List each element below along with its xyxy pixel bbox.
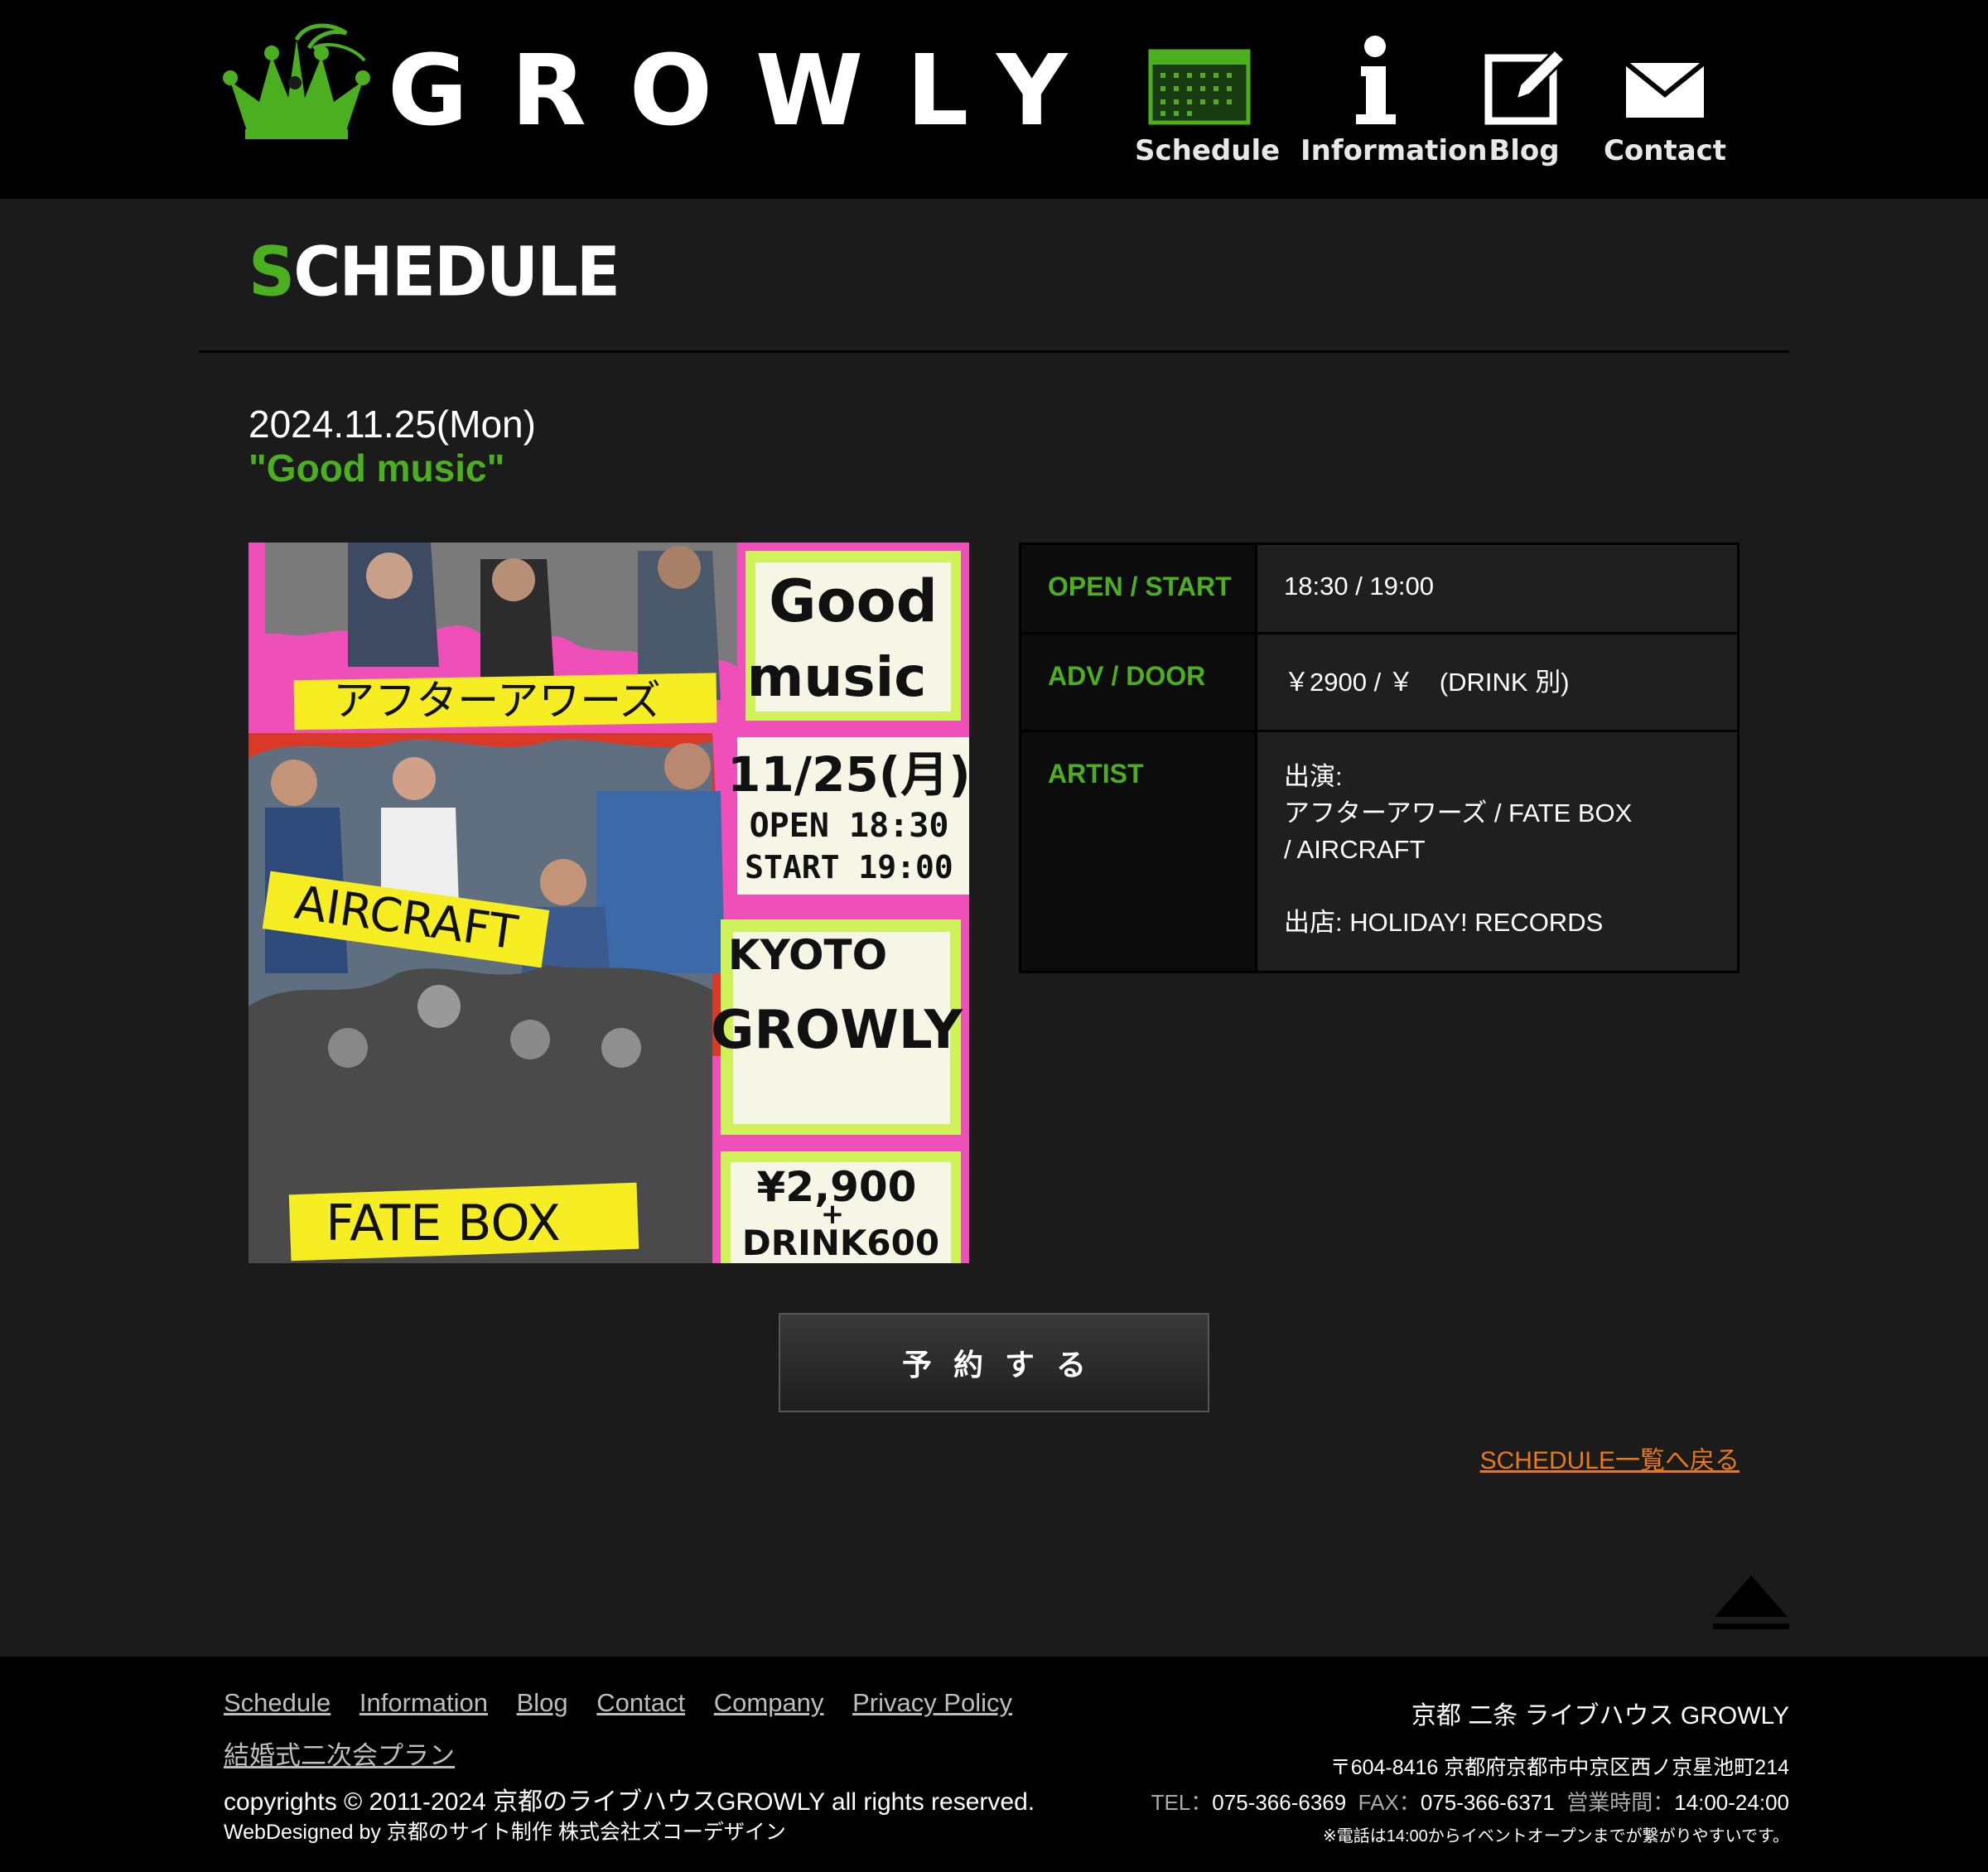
flyer-kyoto: KYOTO [728,931,887,979]
site-header: GROWLY Schedule Information Blog Contact [0,0,1988,199]
info-row-adv-door: ADV / DOOR ￥2900 / ￥ (DRINK 別) [1021,634,1737,732]
hours-label: 営業時間： [1566,1790,1675,1815]
webdesign-credit: WebDesigned by 京都のサイト制作 株式会社ズコーデザイン [224,1821,786,1844]
tel-label: TEL： [1151,1790,1213,1815]
flyer-good: Good [769,567,938,635]
info-key: OPEN / START [1021,545,1257,632]
event-title: "Good music" [248,446,505,490]
back-to-schedule-link[interactable]: SCHEDULE一覧へ戻る [1480,1440,1740,1476]
event-flyer-image: アフターアワーズ AIRCRAFT FATE BOX Good music 11… [248,543,969,1263]
info-icon [1356,36,1396,124]
footer-link-schedule[interactable]: Schedule [224,1688,331,1717]
page-title: SCHEDULE [248,239,620,306]
fax-label: FAX： [1358,1790,1421,1815]
footer-link-company[interactable]: Company [714,1688,824,1717]
info-value: 18:30 / 19:00 [1257,545,1737,632]
site-logo[interactable]: GROWLY [222,23,1067,147]
footer-nav: Schedule Information Blog Contact Compan… [224,1688,1034,1718]
info-row-artist: ARTIST 出演: アフターアワーズ / FATE BOX / AIRCRAF… [1021,732,1737,971]
fax-number: 075-366-6371 [1420,1790,1555,1815]
nav-contact[interactable]: Contact [1599,33,1731,174]
artist-line: 出演: [1284,762,1343,791]
phone-note: ※電話は14:00からイベントオープンまでが繋がりやすいです。 [1322,1827,1789,1845]
reserve-button[interactable]: 予約する [779,1313,1209,1412]
event-info-table: OPEN / START 18:30 / 19:00 ADV / DOOR ￥2… [1019,543,1740,973]
page-title-first-letter: S [248,233,295,312]
artist-line: / AIRCRAFT [1284,835,1426,864]
footer-link-privacy-policy[interactable]: Privacy Policy [852,1688,1012,1717]
flyer-open: OPEN 18:30 [750,807,949,845]
flyer-start: START 19:00 [745,849,953,885]
tel-number: 075-366-6369 [1212,1790,1347,1815]
venue-name: 京都 二条 ライブハウス GROWLY [1411,1702,1789,1730]
main-nav: Schedule Information Blog Contact [1135,33,1731,174]
edit-icon [1484,47,1567,125]
info-key: ADV / DOOR [1021,634,1257,730]
event-date: 2024.11.25(Mon) [248,403,536,446]
crown-logo-icon [223,23,370,139]
flyer-band-3: FATE BOX [326,1194,561,1252]
nav-label: Information [1300,134,1488,167]
artist-line [1284,868,1711,905]
flyer-growly: GROWLY [711,1000,963,1061]
footer-link-wedding-plan[interactable]: 結婚式二次会プラン [224,1741,455,1770]
scroll-to-top-icon[interactable] [1711,1572,1791,1632]
business-hours: 14:00-24:00 [1674,1790,1789,1815]
footer-link-information[interactable]: Information [359,1688,488,1717]
artist-line: アフターアワーズ / FATE BOX [1284,798,1633,827]
site-footer: Schedule Information Blog Contact Compan… [0,1657,1988,1872]
info-key: ARTIST [1021,732,1257,971]
nav-label: Contact [1603,134,1727,167]
page-title-rest: CHEDULE [293,233,620,312]
copyright-text: copyrights © 2011-2024 京都のライブハウスGROWLY a… [224,1788,1035,1816]
mail-icon [1624,60,1706,118]
artist-line: 出店: HOLIDAY! RECORDS [1284,908,1604,937]
flyer-music: music [747,645,927,709]
logo-text: GROWLY [388,33,1111,147]
venue-contacts: TEL：075-366-6369 FAX：075-366-6371 営業時間：1… [1151,1786,1789,1817]
flyer-date: 11/25(月) [727,746,969,803]
info-value: 出演: アフターアワーズ / FATE BOX / AIRCRAFT 出店: H… [1257,732,1737,971]
nav-label: Blog [1489,134,1560,167]
flyer-drink: DRINK600 [742,1223,939,1263]
nav-schedule[interactable]: Schedule [1135,33,1281,174]
footer-nav-secondary: 結婚式二次会プラン [224,1734,455,1772]
info-row-open-start: OPEN / START 18:30 / 19:00 [1021,545,1737,634]
nav-information[interactable]: Information [1300,33,1488,174]
flyer-band-1: アフターアワーズ [333,677,661,725]
nav-label: Schedule [1135,134,1281,167]
nav-blog[interactable]: Blog [1483,33,1567,174]
footer-link-contact[interactable]: Contact [596,1688,685,1717]
footer-link-blog[interactable]: Blog [517,1688,568,1717]
title-divider [199,350,1789,353]
calendar-icon [1148,49,1250,125]
info-value: ￥2900 / ￥ (DRINK 別) [1257,634,1737,730]
venue-address: 〒604-8416 京都府京都市中京区西ノ京星池町214 [1329,1756,1789,1779]
